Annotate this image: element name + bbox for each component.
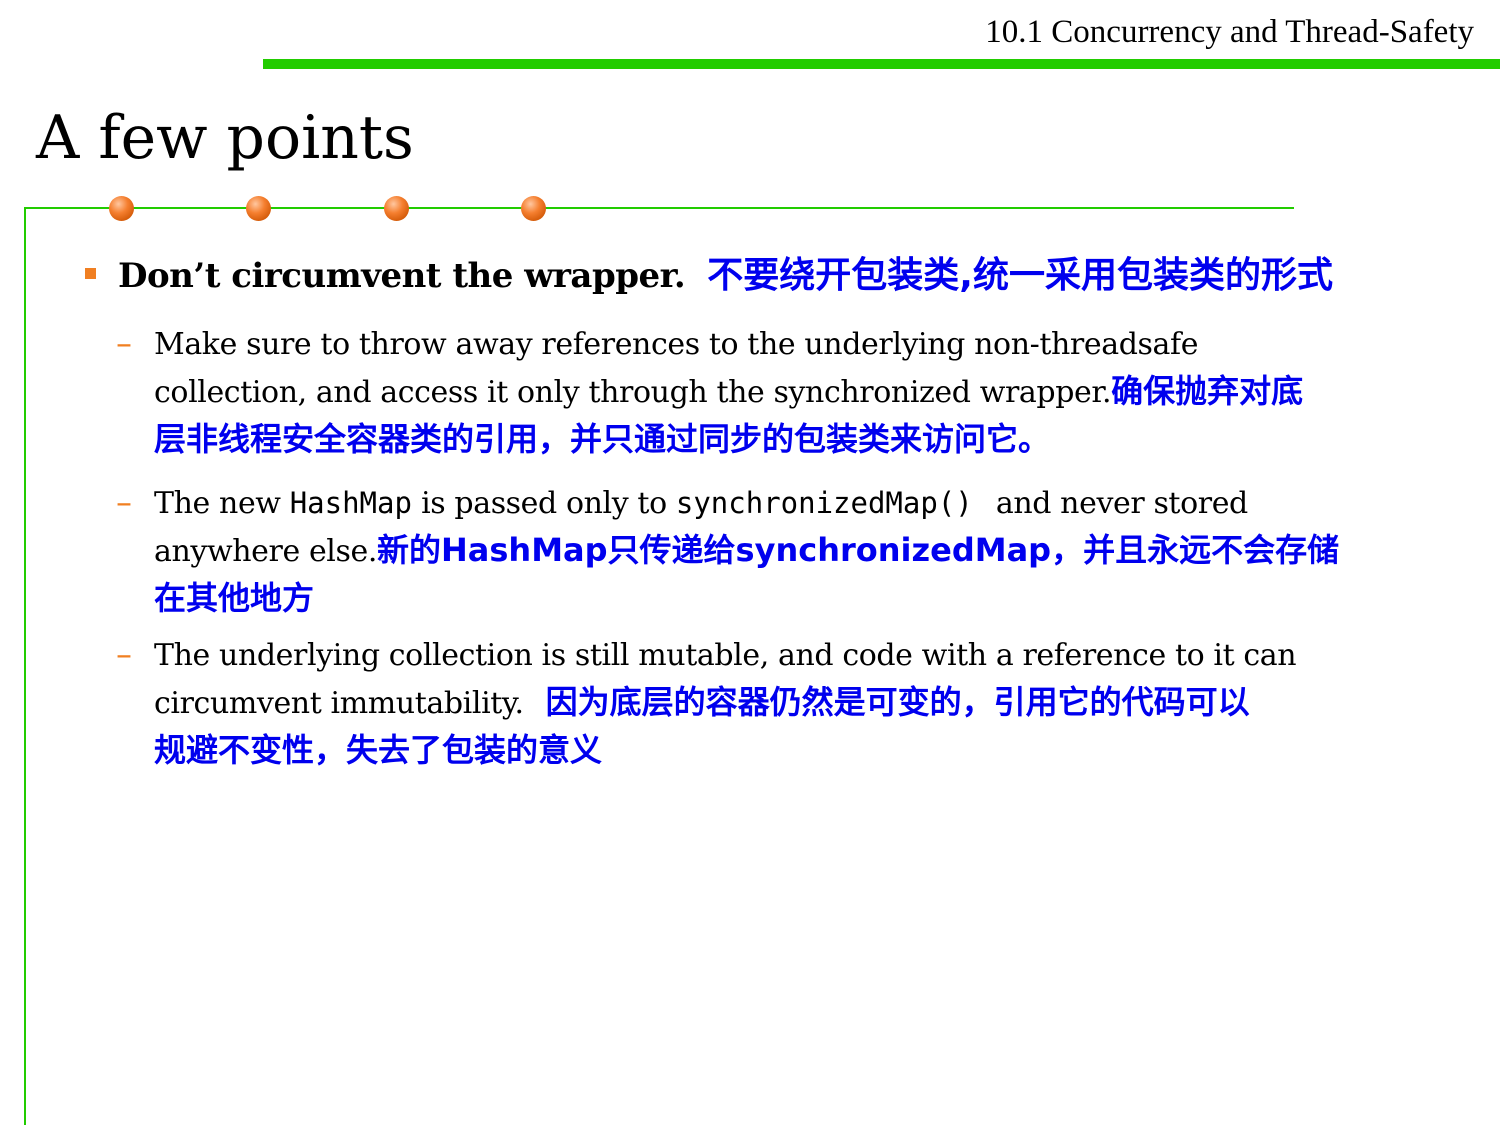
dash-icon: – — [116, 483, 132, 521]
sub-item: – The new HashMap is passed only to sync… — [116, 479, 1454, 621]
bullet-item: Don’t circumvent the wrapper. 不要绕开包装类,统一采… — [85, 252, 1468, 300]
sub-item-translation: 因为底层的容器仍然是可变的，引用它的代码可以 — [545, 683, 1250, 721]
sub-item-text: and never stored — [986, 486, 1248, 521]
bullet-text: Don’t circumvent the wrapper. — [118, 256, 686, 296]
sub-item-line: Make sure to throw away references to th… — [154, 320, 1454, 368]
sub-item-text: The new — [154, 486, 290, 521]
sub-item: – Make sure to throw away references to … — [116, 320, 1454, 462]
code-synchronizedmap: synchronizedMap() — [675, 486, 973, 520]
sub-item-text: anywhere else. — [154, 534, 377, 569]
sub-item-line: 规避不变性，失去了包装的意义 — [154, 727, 1454, 773]
sub-item-line: 层非线程安全容器类的引用，并只通过同步的包装类来访问它。 — [154, 416, 1454, 462]
sub-item: – The underlying collection is still mut… — [116, 631, 1454, 773]
sub-item-translation: 确保抛弃对底 — [1111, 372, 1304, 410]
sub-item-line: The new HashMap is passed only to synchr… — [154, 479, 1454, 527]
sub-item-text: The underlying collection is still mutab… — [154, 638, 1297, 673]
dash-icon: – — [116, 324, 132, 362]
sub-item-text: collection, and access it only through t… — [154, 375, 1112, 410]
sub-item-text: is passed only to — [411, 486, 676, 521]
code-hashmap: HashMap — [289, 486, 412, 520]
sub-item-translation: 在其他地方 — [154, 579, 315, 617]
sub-item-line: The underlying collection is still mutab… — [154, 631, 1454, 679]
bullet-square-icon — [85, 268, 96, 279]
sub-item-text: Make sure to throw away references to th… — [154, 327, 1199, 362]
sub-item-line: anywhere else.新的HashMap只传递给synchronizedM… — [154, 527, 1454, 575]
sub-item-translation: 规避不变性，失去了包装的意义 — [154, 731, 603, 769]
sub-item-translation: 新的HashMap只传递给synchronizedMap，并且永远不会存储 — [376, 531, 1340, 569]
sub-item-text: circumvent immutability. — [154, 686, 524, 721]
bullet-translation: 不要绕开包装类,统一采用包装类的形式 — [707, 255, 1333, 296]
sub-item-translation: 层非线程安全容器类的引用，并只通过同步的包装类来访问它。 — [154, 420, 1051, 458]
dash-icon: – — [116, 635, 132, 673]
sub-item-line: collection, and access it only through t… — [154, 368, 1454, 416]
sub-item-line: circumvent immutability. 因为底层的容器仍然是可变的，引用… — [154, 679, 1454, 727]
sub-item-line: 在其他地方 — [154, 575, 1454, 621]
slide-content: Don’t circumvent the wrapper. 不要绕开包装类,统一采… — [0, 0, 1500, 1125]
